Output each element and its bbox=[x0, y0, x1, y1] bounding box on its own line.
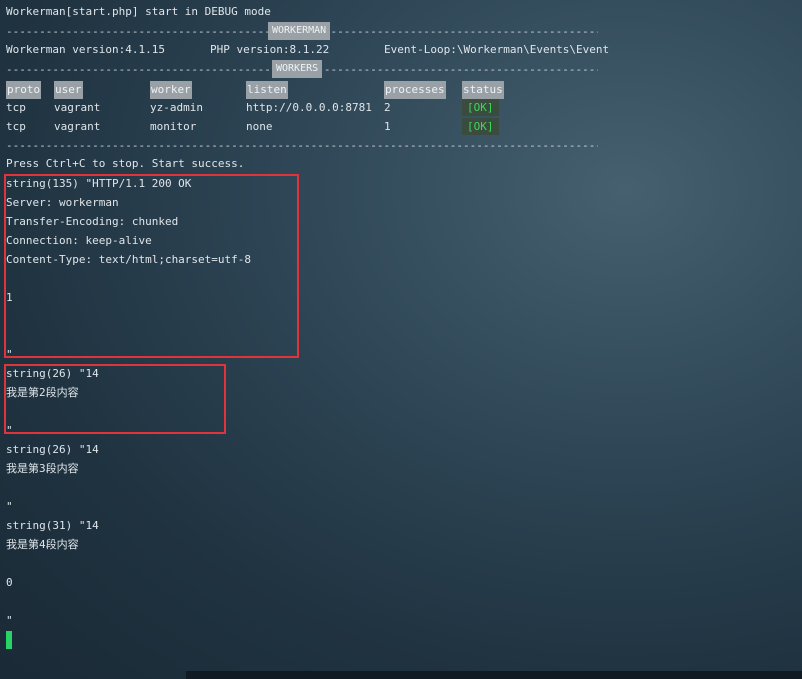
info-version: Workerman version:4.1.15 bbox=[6, 43, 165, 56]
cell-processes: 2 bbox=[384, 101, 391, 114]
highlight-box-second-chunk bbox=[4, 364, 226, 434]
table-row: tcp vagrant monitor none 1 [OK] bbox=[0, 118, 600, 135]
cell-user: vagrant bbox=[54, 120, 101, 133]
cell-proto: tcp bbox=[6, 120, 26, 133]
separator-workerman: ----------------------------------------… bbox=[6, 22, 598, 40]
highlight-box-first-response bbox=[4, 174, 299, 358]
output-line: 我是第4段内容 bbox=[6, 538, 79, 551]
table-header: proto user worker listen processes statu… bbox=[0, 81, 600, 99]
header-proto: proto bbox=[6, 81, 42, 99]
output-line: " bbox=[6, 500, 13, 513]
cell-listen: none bbox=[246, 120, 273, 133]
taskbar-strip bbox=[186, 671, 802, 679]
cell-proto: tcp bbox=[6, 101, 26, 114]
output-line: 0 bbox=[6, 576, 13, 589]
header-status: status bbox=[462, 81, 504, 99]
separator-bottom: ----------------------------------------… bbox=[6, 139, 598, 153]
status-badge: [OK] bbox=[462, 99, 499, 116]
separator-label-workers: WORKERS bbox=[272, 60, 323, 78]
header-listen: listen bbox=[246, 81, 288, 99]
info-php: PHP version:8.1.22 bbox=[210, 43, 330, 56]
cell-worker: yz-admin bbox=[150, 101, 203, 114]
cell-worker: monitor bbox=[150, 120, 197, 133]
output-line: string(26) "14 bbox=[6, 443, 99, 456]
header-worker: worker bbox=[150, 81, 192, 99]
status-badge: [OK] bbox=[462, 118, 499, 135]
separator-dashes: ----------------------------------------… bbox=[6, 139, 598, 152]
output-line: string(31) "14 bbox=[6, 519, 99, 532]
cell-user: vagrant bbox=[54, 101, 101, 114]
terminal-window[interactable]: Workerman[start.php] start in DEBUG mode… bbox=[0, 0, 802, 679]
table-row: tcp vagrant yz-admin http://0.0.0.0:8781… bbox=[0, 99, 600, 116]
terminal-cursor bbox=[6, 631, 12, 649]
title-line: Workerman[start.php] start in DEBUG mode bbox=[6, 5, 271, 18]
header-user: user bbox=[54, 81, 83, 99]
output-line: " bbox=[6, 614, 13, 627]
separator-label-workerman: WORKERMAN bbox=[268, 22, 331, 40]
cell-listen: http://0.0.0.0:8781 bbox=[246, 101, 372, 114]
output-line: 我是第3段内容 bbox=[6, 462, 79, 475]
start-message: Press Ctrl+C to stop. Start success. bbox=[6, 157, 245, 170]
separator-workers: ----------------------------------------… bbox=[6, 60, 598, 78]
info-event-loop: Event-Loop:\Workerman\Events\Event bbox=[384, 43, 610, 56]
header-processes: processes bbox=[384, 81, 446, 99]
cell-processes: 1 bbox=[384, 120, 391, 133]
